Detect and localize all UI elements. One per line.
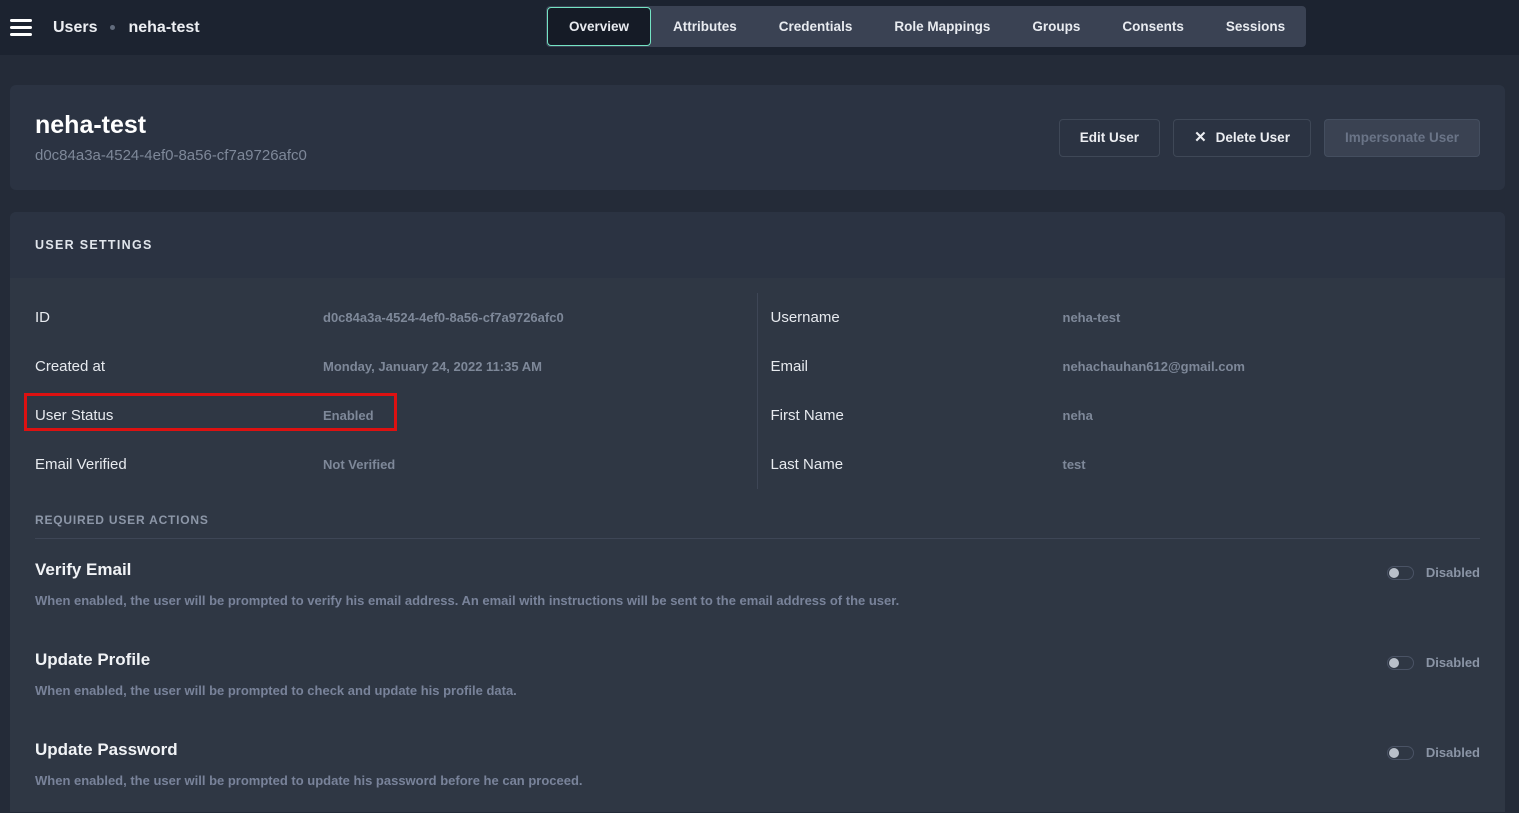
action-toggle-group: Disabled bbox=[1386, 565, 1480, 580]
user-profile-card: neha-test d0c84a3a-4524-4ef0-8a56-cf7a97… bbox=[10, 85, 1505, 190]
field-row-user-status: User Status Enabled bbox=[10, 391, 757, 440]
fields-left-column: ID d0c84a3a-4524-4ef0-8a56-cf7a9726afc0 … bbox=[10, 293, 758, 489]
tab-bar: Overview Attributes Credentials Role Map… bbox=[546, 6, 1307, 47]
user-settings-card: USER SETTINGS ID d0c84a3a-4524-4ef0-8a56… bbox=[10, 212, 1505, 812]
delete-user-button[interactable]: ✕ Delete User bbox=[1173, 118, 1311, 157]
update-profile-toggle[interactable] bbox=[1386, 655, 1414, 670]
action-toggle-group: Disabled bbox=[1386, 655, 1480, 670]
action-title: Update Password bbox=[35, 740, 178, 759]
field-value: Not Verified bbox=[323, 457, 396, 472]
action-title: Update Profile bbox=[35, 650, 151, 669]
field-label: User Status bbox=[35, 407, 114, 424]
field-row-username: Username neha-test bbox=[758, 293, 1506, 342]
toggle-state-label: Disabled bbox=[1425, 565, 1480, 580]
user-profile-heading: neha-test d0c84a3a-4524-4ef0-8a56-cf7a97… bbox=[35, 111, 307, 164]
tab-consents[interactable]: Consents bbox=[1101, 6, 1205, 47]
update-password-toggle[interactable] bbox=[1386, 745, 1414, 760]
page-title: neha-test bbox=[35, 111, 147, 139]
impersonate-user-button[interactable]: Impersonate User bbox=[1323, 118, 1480, 157]
breadcrumb: Users neha-test bbox=[53, 19, 200, 37]
field-row-created-at: Created at Monday, January 24, 2022 11:3… bbox=[10, 342, 757, 391]
user-id-subtitle: d0c84a3a-4524-4ef0-8a56-cf7a9726afc0 bbox=[35, 147, 307, 164]
action-text: Verify Email When enabled, the user will… bbox=[35, 560, 899, 608]
field-value: test bbox=[1062, 457, 1086, 472]
user-settings-fields: ID d0c84a3a-4524-4ef0-8a56-cf7a9726afc0 … bbox=[10, 278, 1505, 489]
delete-user-label: Delete User bbox=[1215, 130, 1290, 145]
user-settings-section-header: USER SETTINGS bbox=[10, 212, 1505, 278]
field-row-first-name: First Name neha bbox=[758, 391, 1506, 440]
field-value: nehachauhan612@gmail.com bbox=[1062, 359, 1245, 374]
close-icon: ✕ bbox=[1194, 129, 1207, 146]
action-title: Verify Email bbox=[35, 560, 132, 579]
action-text: Update Password When enabled, the user w… bbox=[35, 740, 583, 788]
tab-attributes[interactable]: Attributes bbox=[652, 6, 758, 47]
action-item-update-profile: Update Profile When enabled, the user wi… bbox=[35, 629, 1480, 719]
tab-role-mappings[interactable]: Role Mappings bbox=[873, 6, 1011, 47]
user-settings-title: USER SETTINGS bbox=[35, 238, 153, 252]
action-description: When enabled, the user will be prompted … bbox=[35, 683, 517, 698]
action-description: When enabled, the user will be prompted … bbox=[35, 773, 583, 788]
action-item-update-password: Update Password When enabled, the user w… bbox=[35, 719, 1480, 809]
impersonate-user-label: Impersonate User bbox=[1344, 130, 1459, 145]
tab-overview[interactable]: Overview bbox=[547, 7, 652, 46]
hamburger-menu-icon[interactable] bbox=[10, 19, 32, 36]
tab-credentials[interactable]: Credentials bbox=[758, 6, 874, 47]
action-item-verify-email: Verify Email When enabled, the user will… bbox=[35, 539, 1480, 629]
profile-actions: Edit User ✕ Delete User Impersonate User bbox=[1058, 118, 1480, 157]
field-row-id: ID d0c84a3a-4524-4ef0-8a56-cf7a9726afc0 bbox=[10, 293, 757, 342]
field-value: neha-test bbox=[1062, 310, 1121, 325]
field-label: Email bbox=[770, 358, 809, 375]
required-user-actions-title: REQUIRED USER ACTIONS bbox=[35, 513, 209, 527]
breadcrumb-users[interactable]: Users bbox=[53, 19, 97, 37]
action-description: When enabled, the user will be prompted … bbox=[35, 593, 900, 608]
action-text: Update Profile When enabled, the user wi… bbox=[35, 650, 517, 698]
field-label: Last Name bbox=[770, 456, 844, 473]
toggle-state-label: Disabled bbox=[1425, 655, 1480, 670]
fields-right-column: Username neha-test Email nehachauhan612@… bbox=[758, 293, 1506, 489]
edit-user-button[interactable]: Edit User bbox=[1058, 118, 1161, 157]
verify-email-toggle[interactable] bbox=[1386, 565, 1414, 580]
field-label: ID bbox=[35, 309, 50, 326]
toggle-state-label: Disabled bbox=[1425, 745, 1480, 760]
field-value: neha bbox=[1062, 408, 1093, 423]
toggle-knob bbox=[1388, 657, 1399, 668]
field-label: Username bbox=[770, 309, 840, 326]
field-value: Enabled bbox=[323, 408, 374, 423]
breadcrumb-current-user[interactable]: neha-test bbox=[128, 19, 199, 37]
field-label: Created at bbox=[35, 358, 106, 375]
field-row-email-verified: Email Verified Not Verified bbox=[10, 440, 757, 489]
field-label: First Name bbox=[770, 407, 844, 424]
field-label: Email Verified bbox=[35, 456, 127, 473]
field-row-last-name: Last Name test bbox=[758, 440, 1506, 489]
edit-user-label: Edit User bbox=[1079, 130, 1140, 145]
toggle-knob bbox=[1388, 567, 1399, 578]
field-value: Monday, January 24, 2022 11:35 AM bbox=[323, 359, 542, 374]
tab-groups[interactable]: Groups bbox=[1011, 6, 1101, 47]
toggle-knob bbox=[1388, 747, 1399, 758]
required-user-actions-section: REQUIRED USER ACTIONS Verify Email When … bbox=[10, 489, 1505, 809]
field-value: d0c84a3a-4524-4ef0-8a56-cf7a9726afc0 bbox=[323, 310, 564, 325]
top-bar: Users neha-test Overview Attributes Cred… bbox=[0, 0, 1519, 55]
field-row-email: Email nehachauhan612@gmail.com bbox=[758, 342, 1506, 391]
tab-sessions[interactable]: Sessions bbox=[1205, 6, 1306, 47]
breadcrumb-separator-dot bbox=[110, 25, 116, 30]
action-toggle-group: Disabled bbox=[1386, 745, 1480, 760]
